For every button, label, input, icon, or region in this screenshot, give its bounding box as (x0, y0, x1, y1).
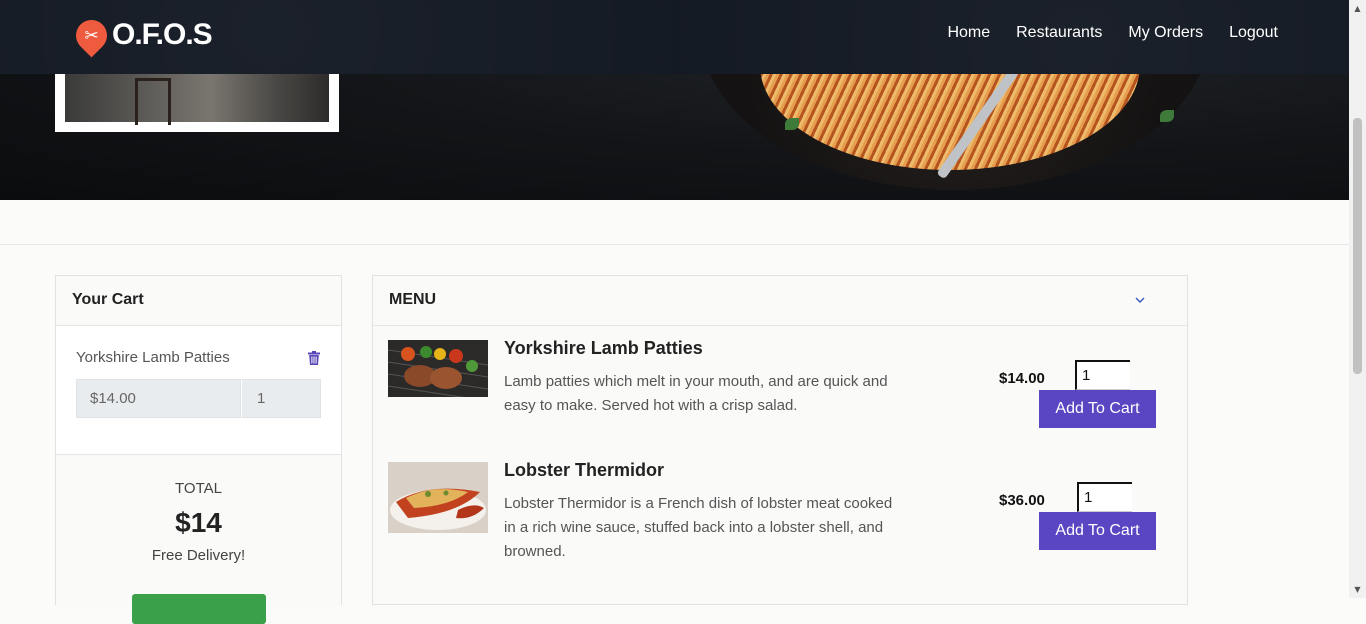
cart-item: Yorkshire Lamb Patties $14.00 1 (56, 326, 341, 455)
menu-item-price: $14.00 (999, 370, 1045, 387)
cart-title: Your Cart (56, 276, 341, 326)
menu-item-price: $36.00 (999, 492, 1045, 509)
total-amount: $14 (175, 507, 222, 538)
cart-item-name: Yorkshire Lamb Patties (76, 349, 230, 366)
cart-total-section: TOTAL $14 Free Delivery! (56, 455, 341, 624)
cart-item-price: $14.00 (76, 379, 241, 418)
add-to-cart-button[interactable]: Add To Cart (1039, 512, 1156, 550)
brand-name: O.F.O.S (112, 18, 213, 51)
trash-icon[interactable] (308, 351, 320, 369)
chevron-down-icon[interactable] (1135, 277, 1145, 324)
quantity-input[interactable] (1077, 482, 1132, 512)
scrollbar-thumb[interactable] (1353, 118, 1362, 374)
total-label: TOTAL (175, 480, 222, 497)
basil-leaf-image (785, 118, 799, 130)
nav-links: Home Restaurants My Orders Logout (947, 24, 1278, 42)
add-to-cart-button[interactable]: Add To Cart (1039, 390, 1156, 428)
scroll-up-arrow-icon[interactable]: ▲ (1349, 0, 1366, 17)
fork-knife-pin-icon: ✂ (69, 13, 114, 57)
checkout-button[interactable] (132, 594, 266, 624)
nav-logout-link[interactable]: Logout (1229, 24, 1278, 42)
nav-my-orders-link[interactable]: My Orders (1128, 24, 1203, 42)
nav-restaurants-link[interactable]: Restaurants (1016, 24, 1102, 42)
basil-leaf-image (1160, 110, 1174, 122)
cart-panel: Your Cart Yorkshire Lamb Patties $14.00 … (55, 275, 342, 624)
menu-item-description: Lobster Thermidor is a French dish of lo… (504, 495, 893, 560)
menu-header[interactable]: MENU (373, 276, 1187, 326)
cart-item-quantity[interactable]: 1 (241, 379, 321, 418)
scroll-down-arrow-icon[interactable]: ▼ (1349, 581, 1366, 598)
cart-item-details: $14.00 1 (76, 379, 321, 418)
menu-title: MENU (389, 291, 437, 308)
quantity-input[interactable] (1075, 360, 1130, 390)
menu-item-name: Lobster Thermidor (504, 460, 665, 480)
brand-logo[interactable]: ✂ O.F.O.S (69, 13, 213, 57)
lobster-thermidor-image (388, 462, 488, 537)
section-divider (0, 244, 1349, 245)
page-scrollbar[interactable]: ▲ ▼ (1349, 0, 1366, 598)
top-navbar: ✂ O.F.O.S Home Restaurants My Orders Log… (0, 0, 1349, 74)
menu-panel: MENU Yorkshire Lamb Patties Lamb patties… (372, 275, 1188, 605)
delivery-note: Free Delivery! (151, 547, 246, 564)
menu-item-description: Lamb patties which melt in your mouth, a… (504, 373, 888, 414)
menu-item-name: Yorkshire Lamb Patties (504, 338, 703, 358)
nav-home-link[interactable]: Home (947, 24, 990, 42)
lamb-patties-image (387, 340, 489, 402)
